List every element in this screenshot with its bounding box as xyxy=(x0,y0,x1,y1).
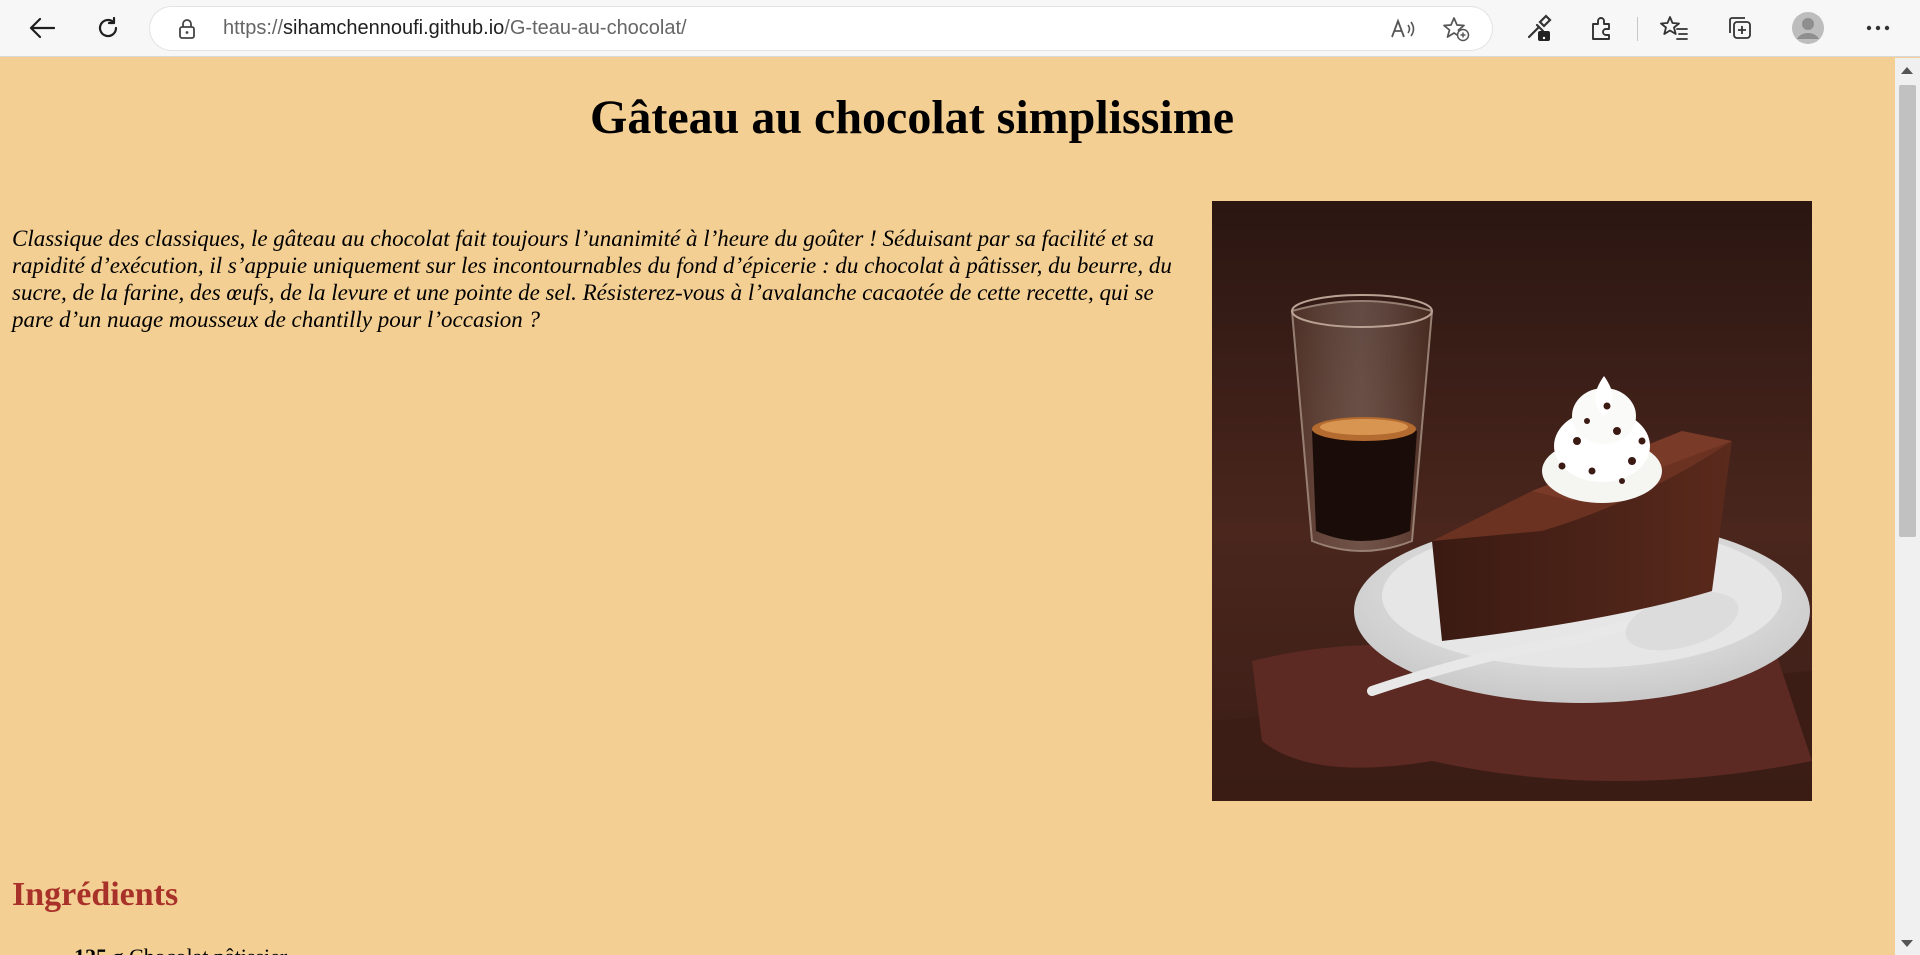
back-icon[interactable] xyxy=(22,8,62,48)
vertical-scrollbar[interactable] xyxy=(1895,58,1920,955)
ingredient-qty: 125 g xyxy=(74,944,124,955)
refresh-icon[interactable] xyxy=(88,8,128,48)
address-bar[interactable]: https://sihamchennoufi.github.io/G-teau-… xyxy=(150,7,1492,50)
cake-photo xyxy=(1212,201,1812,801)
read-aloud-icon[interactable] xyxy=(1390,17,1418,47)
lock-icon[interactable] xyxy=(177,18,197,46)
extensions-icon[interactable] xyxy=(1582,8,1622,48)
ingredient-item: 125 g Chocolat pâtissier xyxy=(74,944,287,955)
ingredient-name: Chocolat pâtissier xyxy=(129,944,287,955)
favorites-icon[interactable] xyxy=(1654,8,1694,48)
url-scheme: https:// xyxy=(223,17,284,39)
scrollbar-thumb[interactable] xyxy=(1899,85,1916,537)
scroll-down-arrow-icon[interactable] xyxy=(1901,940,1913,947)
add-favorite-icon[interactable] xyxy=(1442,16,1470,48)
url-host: sihamchennoufi.github.io xyxy=(283,17,505,39)
eyedropper-extension-icon[interactable] xyxy=(1518,8,1558,48)
intro-paragraph: Classique des classiques, le gâteau au c… xyxy=(12,226,1172,332)
collections-icon[interactable] xyxy=(1720,8,1760,48)
url-text[interactable]: https://sihamchennoufi.github.io/G-teau-… xyxy=(223,17,687,40)
toolbar-divider xyxy=(1637,17,1638,41)
web-page: Gâteau au chocolat simplissime Classique… xyxy=(0,58,1895,955)
more-options-icon[interactable] xyxy=(1858,8,1898,48)
browser-toolbar: https://sihamchennoufi.github.io/G-teau-… xyxy=(0,0,1920,57)
scroll-up-arrow-icon[interactable] xyxy=(1901,67,1913,74)
url-path: /G-teau-au-chocolat/ xyxy=(504,17,687,39)
profile-avatar-icon[interactable] xyxy=(1788,8,1828,48)
page-title: Gâteau au chocolat simplissime xyxy=(590,91,1234,144)
ingredients-heading: Ingrédients xyxy=(12,876,179,913)
